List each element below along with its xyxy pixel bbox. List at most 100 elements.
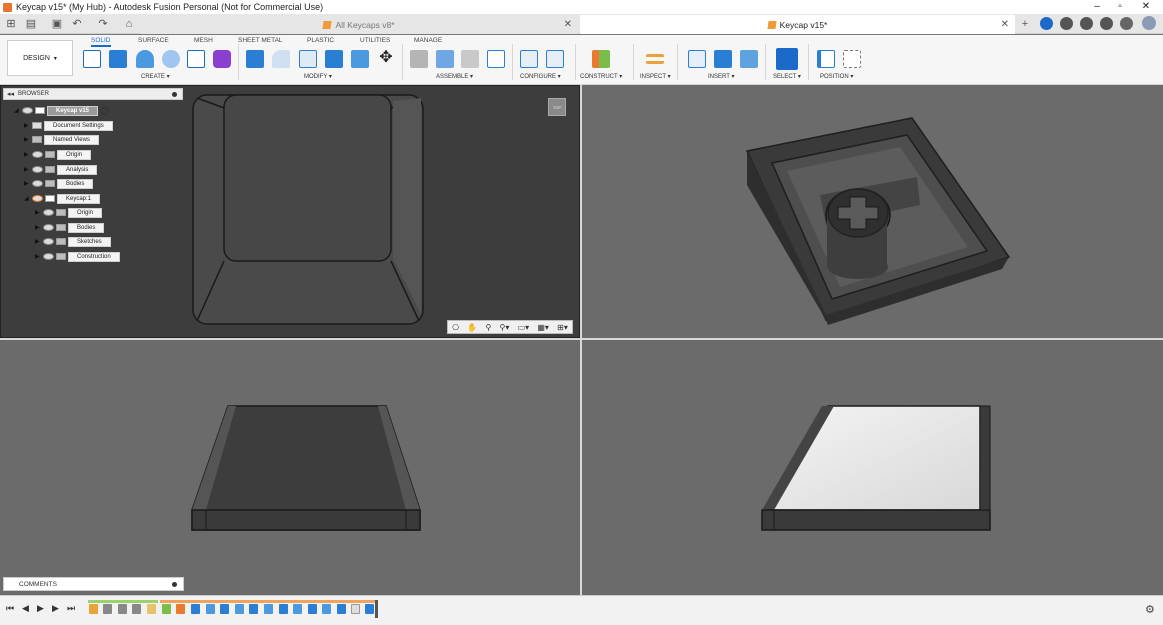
- timeline-feature-icon[interactable]: [147, 604, 156, 614]
- visibility-eye-icon[interactable]: [32, 195, 43, 202]
- visibility-eye-icon[interactable]: [43, 209, 54, 216]
- visibility-eye-icon[interactable]: [43, 253, 54, 260]
- timeline-feature-icon[interactable]: [365, 604, 374, 614]
- step-forward-icon[interactable]: ▶: [52, 603, 59, 614]
- user-avatar[interactable]: [1142, 16, 1156, 30]
- tab-all-keycaps[interactable]: All Keycaps v8* ✕: [140, 15, 578, 34]
- configure-rule-icon[interactable]: [546, 50, 564, 68]
- tree-subitem-sketches[interactable]: ▶ Sketches: [35, 236, 111, 247]
- visibility-eye-icon[interactable]: [43, 224, 54, 231]
- notifications-icon[interactable]: [1080, 17, 1093, 30]
- expand-icon[interactable]: ▶: [24, 136, 32, 143]
- viewcube[interactable]: TOP: [548, 98, 566, 116]
- visibility-eye-icon[interactable]: [22, 107, 33, 114]
- tree-item-document-settings[interactable]: ▶ Document Settings: [24, 120, 113, 131]
- insert-derive-icon[interactable]: [688, 50, 706, 68]
- group-assemble[interactable]: ASSEMBLE ▾: [436, 73, 473, 80]
- timeline-feature-icon[interactable]: [264, 604, 273, 614]
- replace-face-icon[interactable]: [351, 50, 369, 68]
- extrude-icon[interactable]: [109, 50, 127, 68]
- timeline-marker[interactable]: [375, 600, 378, 618]
- viewport-front[interactable]: [0, 340, 580, 595]
- group-modify[interactable]: MODIFY ▾: [304, 73, 332, 80]
- tree-root[interactable]: ◢ Keycap v15: [14, 105, 110, 116]
- visibility-eye-icon[interactable]: [32, 180, 43, 187]
- tree-item-component[interactable]: ◢ Keycap:1: [24, 193, 101, 204]
- hole-icon[interactable]: [162, 50, 180, 68]
- expand-icon[interactable]: ▶: [24, 122, 32, 129]
- group-insert[interactable]: INSERT ▾: [708, 73, 734, 80]
- joint-origin-icon[interactable]: [487, 50, 505, 68]
- insert-canvas-icon[interactable]: [740, 50, 758, 68]
- joint-icon[interactable]: [410, 50, 428, 68]
- timeline-feature-icon[interactable]: [206, 604, 215, 614]
- zoom-icon[interactable]: ⚲: [485, 323, 491, 332]
- configure-table-icon[interactable]: [520, 50, 538, 68]
- group-configure[interactable]: CONFIGURE ▾: [520, 73, 561, 80]
- save-icon[interactable]: ▣: [50, 17, 64, 31]
- help-icon[interactable]: [1100, 17, 1113, 30]
- timeline-feature-icon[interactable]: [293, 604, 302, 614]
- create-sketch-icon[interactable]: [83, 50, 101, 68]
- viewport-side[interactable]: [582, 340, 1163, 595]
- tree-subitem-origin[interactable]: ▶ Origin: [35, 207, 103, 218]
- timeline-feature-icon[interactable]: [249, 604, 258, 614]
- tab-surface[interactable]: SURFACE: [138, 37, 169, 44]
- collapse-panel-icon[interactable]: ◂◂: [7, 89, 14, 100]
- step-back-icon[interactable]: ◀: [22, 603, 29, 614]
- zoom-window-icon[interactable]: ⚲▾: [500, 323, 510, 332]
- viewport-divider-vertical[interactable]: [580, 85, 582, 595]
- timeline-feature-icon[interactable]: [176, 604, 185, 614]
- tree-item-bodies[interactable]: ▶ Bodies: [24, 178, 94, 189]
- timeline-feature-icon[interactable]: [132, 604, 141, 614]
- expanded-icon[interactable]: ◢: [14, 107, 22, 114]
- viewports-icon[interactable]: ⊞▾: [557, 323, 568, 332]
- group-create[interactable]: CREATE ▾: [141, 73, 170, 80]
- timeline-feature-icon[interactable]: [308, 604, 317, 614]
- offset-plane-icon[interactable]: [592, 50, 610, 68]
- tree-subitem-construction[interactable]: ▶ Construction: [35, 251, 120, 262]
- revert-position-icon[interactable]: [843, 50, 861, 68]
- tab-solid[interactable]: SOLID: [91, 37, 111, 47]
- comments-panel[interactable]: COMMENTS: [3, 577, 184, 591]
- go-to-start-icon[interactable]: ⏮: [6, 603, 14, 614]
- capture-position-icon[interactable]: [817, 50, 835, 68]
- as-built-joint-icon[interactable]: [461, 50, 479, 68]
- tab-close-icon[interactable]: ✕: [1001, 19, 1009, 30]
- pattern-icon[interactable]: [187, 50, 205, 68]
- job-status-icon[interactable]: [1060, 17, 1073, 30]
- extensions-icon[interactable]: [1040, 17, 1053, 30]
- timeline-feature-icon[interactable]: [162, 604, 171, 614]
- group-position[interactable]: POSITION ▾: [820, 73, 853, 80]
- tree-subitem-bodies[interactable]: ▶ Bodies: [35, 222, 105, 233]
- timeline-feature-icon[interactable]: [191, 604, 200, 614]
- timeline-feature-icon[interactable]: [351, 604, 360, 614]
- expand-icon[interactable]: ▶: [35, 238, 43, 245]
- minimize-icon[interactable]: –: [1085, 0, 1109, 14]
- visibility-eye-icon[interactable]: [32, 151, 43, 158]
- redo-icon[interactable]: ↷: [96, 17, 110, 31]
- viewport-iso[interactable]: [582, 85, 1163, 338]
- tab-keycap[interactable]: Keycap v15* ✕: [580, 15, 1015, 34]
- revolve-icon[interactable]: [136, 50, 154, 68]
- tab-sheet-metal[interactable]: SHEET METAL: [238, 37, 283, 44]
- fillet-icon[interactable]: [272, 50, 290, 68]
- display-settings-icon[interactable]: ▭▾: [518, 323, 530, 332]
- new-component-icon[interactable]: [436, 50, 454, 68]
- activate-radio-icon[interactable]: [101, 106, 110, 115]
- expand-icon[interactable]: ▶: [24, 180, 32, 187]
- insert-mesh-icon[interactable]: [714, 50, 732, 68]
- group-inspect[interactable]: INSPECT ▾: [640, 73, 671, 80]
- timeline-feature-icon[interactable]: [337, 604, 346, 614]
- tab-utilities[interactable]: UTILITIES: [360, 37, 390, 44]
- visibility-eye-icon[interactable]: [43, 238, 54, 245]
- file-icon[interactable]: ▤: [24, 17, 38, 31]
- press-pull-icon[interactable]: [246, 50, 264, 68]
- timeline-feature-icon[interactable]: [103, 604, 112, 614]
- timeline-settings-gear-icon[interactable]: ⚙: [1145, 603, 1155, 616]
- go-to-end-icon[interactable]: ⏭: [67, 603, 75, 614]
- play-icon[interactable]: ▶: [37, 603, 44, 614]
- measure-icon[interactable]: [646, 54, 664, 64]
- orbit-icon[interactable]: ⎔: [452, 323, 459, 332]
- timeline-feature-icon[interactable]: [89, 604, 98, 614]
